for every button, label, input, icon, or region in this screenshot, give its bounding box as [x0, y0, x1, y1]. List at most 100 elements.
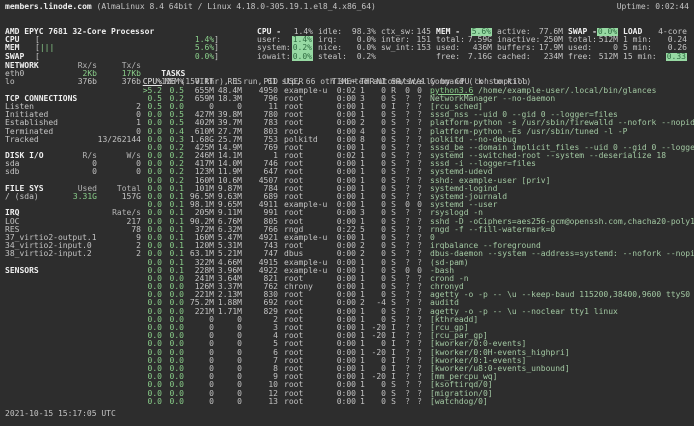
process-command: [mm_percpu_wq]	[422, 373, 694, 381]
stat-value: 153	[417, 44, 431, 52]
tasks-summary-line: TASKS 126 (150 thr), 1 run, 61 slp, 66 o…	[142, 62, 694, 78]
stat-value: 234M	[544, 53, 563, 61]
row-value-1	[61, 119, 97, 127]
row-value-1	[61, 136, 97, 144]
process-command: rsyslogd -n	[422, 209, 694, 217]
process-command: dbus-daemon --system --address=systemd: …	[422, 250, 694, 258]
stat-value: 512M	[599, 53, 618, 61]
row-value-1: 376b	[61, 78, 97, 86]
title-bar: members.linode.com (AlmaLinux 8.4 64bit …	[5, 3, 689, 11]
stat-label: steal:	[318, 53, 347, 61]
summary-column-6: LOAD4-core1 min:0.245 min:0.2615 min:0.3…	[623, 28, 687, 61]
stat-blank	[381, 53, 431, 61]
gauge-bar: |||	[40, 44, 195, 52]
process-command: systemd --switched-root --system --deser…	[422, 152, 694, 160]
sidebar-row-sdb: sdb00	[5, 168, 141, 176]
sidebar: NETWORKRx/sTx/seth02Kb17Kblo376b376bTCP …	[5, 62, 141, 283]
row-value-2: 0	[97, 111, 141, 119]
column-header	[97, 267, 141, 275]
cell: ?	[396, 398, 410, 406]
summary-column-5: SWAP -0.0%total:512Mused:0free:512M	[568, 28, 618, 61]
quicklook-panel: AMD EPYC 7681 32-Core Processor CPU[1.4%…	[5, 28, 257, 61]
cell: 0:00	[328, 398, 356, 406]
section-header-row: IRQRate/s	[5, 209, 141, 217]
row-value-2: 1	[97, 119, 141, 127]
stat-iowait: iowait:0.0%	[257, 53, 313, 61]
row-value-1: 0	[61, 168, 97, 176]
process-row[interactable]: 0.00.00013root0:0010S??[watchdog/0]	[142, 398, 694, 406]
section-header-row: SENSORS	[5, 267, 141, 275]
process-command: [rcu_gp]	[422, 324, 694, 332]
row-value-2: 157G	[97, 193, 141, 201]
process-command: polkitd --no-debug	[422, 136, 694, 144]
process-command: 0	[422, 234, 694, 242]
sidebar-row-sda: sda00	[5, 160, 141, 168]
process-command: agetty -o -p -- \u --noclear tty1 linux	[422, 308, 694, 316]
quicklook-gauges: CPU[1.4%]MEM[|||5.6%]SWAP[0.0%]	[5, 36, 257, 61]
process-command: sssd_be --domain implicit_files --uid 0 …	[422, 144, 694, 152]
process-command: [kthreadd]	[422, 316, 694, 324]
section-header-row: NETWORKRx/sTx/s	[5, 62, 141, 70]
stat-label: free:	[568, 53, 592, 61]
row-value-1: 3.31G	[61, 193, 97, 201]
sidebar-row-lo: lo376b376b	[5, 78, 141, 86]
row-value-1	[61, 111, 97, 119]
process-panel: TASKS 126 (150 thr), 1 run, 61 slp, 66 o…	[142, 62, 694, 406]
section-header-row: DISK I/OR/sW/s	[5, 152, 141, 160]
process-command: [kworker/0:0H-events_highpri]	[422, 349, 694, 357]
cell: 0.0	[162, 398, 184, 406]
cell: S	[386, 398, 396, 406]
process-command: chronyd	[422, 283, 694, 291]
process-command: sssd_nss --uid 0 --gid 0 --logger=files	[422, 111, 694, 119]
row-value-2: 2	[97, 242, 141, 250]
cell: 0.0	[142, 398, 162, 406]
uptime-label: Uptime:	[617, 2, 651, 11]
process-command: [kworker/u8:0-events_unbound]	[422, 365, 694, 373]
summary-column-1: idle:98.3%irq:0.0%nice:0.0%steal:0.2%	[318, 28, 376, 61]
section-file-sys: FILE SYSUsedTotal/ (sda)3.31G157G	[5, 185, 141, 201]
row-label: lo	[5, 78, 15, 86]
section-sensors: SENSORS	[5, 267, 141, 275]
stat-value: 7.16G	[468, 53, 492, 61]
process-command: NetworkManager --no-daemon	[422, 95, 694, 103]
process-command: rngd -f --fill-watermark=0	[422, 226, 694, 234]
cell: root	[278, 398, 328, 406]
gauge-swap: SWAP[0.0%]	[5, 53, 219, 61]
process-command: irqbalance --foreground	[422, 242, 694, 250]
process-command: [rcu_par_gp]	[422, 332, 694, 340]
os-info: (AlmaLinux 8.4 64bit / Linux 4.18.0-305.…	[92, 2, 376, 11]
stat-sw-int: sw_int:153	[381, 44, 431, 52]
cell: 0	[184, 398, 214, 406]
row-label: / (sda)	[5, 193, 39, 201]
process-command: -bash	[422, 267, 694, 275]
row-label: Tracked	[5, 136, 39, 144]
cpu-mem-header: AMD EPYC 7681 32-Core Processor CPU[1.4%…	[5, 28, 692, 61]
section-irq: IRQRate/sLOC217RES7837_virtio2-output.19…	[5, 209, 141, 258]
stat-steal: steal:0.2%	[318, 53, 376, 61]
process-command: platform-python -Es /usr/sbin/tuned -l -…	[422, 128, 694, 136]
section-title: SENSORS	[5, 267, 39, 275]
column-header: W/s	[97, 152, 141, 160]
stat-label: iowait:	[257, 53, 291, 61]
summary-column-0: CPU -1.4%user:1.4%system:0.2%iowait:0.0%	[257, 28, 313, 61]
cell: 1	[356, 398, 370, 406]
uptime-value: 0:02:44	[655, 2, 689, 11]
processor-name: AMD EPYC 7681 32-Core Processor	[5, 28, 257, 36]
process-command: systemd-logind	[422, 185, 694, 193]
stat-15-min: 15 min:0.33	[623, 53, 687, 61]
cell: 0	[370, 398, 386, 406]
row-value-2: 0	[97, 160, 141, 168]
timestamp: 2021-10-15 15:17:05 UTC	[5, 410, 116, 418]
process-command: [migration/0]	[422, 390, 694, 398]
stat-label: free:	[436, 53, 460, 61]
cell: ?	[410, 398, 422, 406]
process-table-body: >5.20.5655M48.4M4950example-u0:0210R00py…	[142, 87, 694, 406]
process-command: [kworker/0:1-events]	[422, 357, 694, 365]
row-label: 38_virtio2-input.2	[5, 250, 92, 258]
row-value-1	[61, 128, 97, 136]
uptime: Uptime: 0:02:44	[617, 3, 689, 11]
gauge-bar	[40, 36, 195, 44]
row-value-1	[61, 103, 97, 111]
command-name: python3.6	[430, 87, 473, 95]
row-value-2: 9	[97, 234, 141, 242]
